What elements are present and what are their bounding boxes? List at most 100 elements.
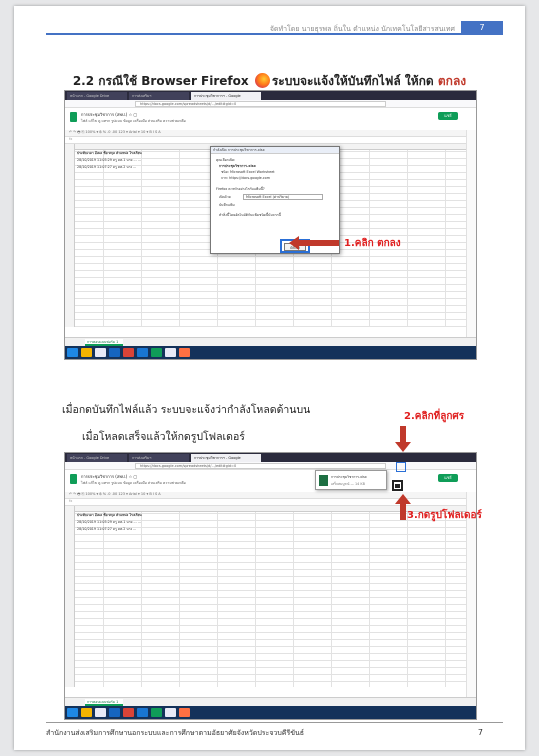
callout-click-folder: 3.กดรูปโฟลเดอร์ bbox=[407, 510, 482, 521]
share-button[interactable]: แชร์ bbox=[438, 112, 458, 120]
app-icon[interactable] bbox=[165, 708, 176, 717]
doc-menu[interactable]: ไฟล์ แก้ไข ดู แทรก รูปแบบ ข้อมูล เครื่อง… bbox=[81, 480, 186, 486]
sheet-tab[interactable]: การตอบแบบฟอร์ม 1 bbox=[85, 699, 123, 706]
folder-icon bbox=[395, 484, 400, 488]
sheet-header: การประชุมวิชาการ (สพป.) ☆ ▢ ไฟล์ แก้ไข ด… bbox=[65, 470, 476, 492]
callout-click-ok: 1.คลิก ตกลง bbox=[344, 238, 401, 249]
dialog-title: กำลังเปิด การประชุมวิชาการ.xlsx bbox=[211, 147, 339, 154]
doc-menu[interactable]: ไฟล์ แก้ไข ดู แทรก รูปแบบ ข้อมูล เครื่อง… bbox=[81, 118, 186, 124]
dialog-filetype: ชนิด: Microsoft Excel Worksheet bbox=[221, 170, 275, 174]
excel-file-icon bbox=[319, 475, 328, 486]
url-field[interactable]: https://docs.google.com/spreadsheets/d/.… bbox=[135, 463, 386, 469]
screenshot-firefox-dialog: หน้าแรก - Google Drive การส่งเสริมฯ การป… bbox=[64, 90, 477, 360]
arrow-up-icon bbox=[395, 494, 411, 504]
sheet-grid[interactable]: ประทับเวลา อีเมล ชื่อ-สกุล ตำแหน่ง โรงเร… bbox=[65, 506, 466, 687]
browser-tab[interactable]: หน้าแรก - Google Drive bbox=[67, 92, 127, 100]
app-icon[interactable] bbox=[151, 348, 162, 357]
doc-title[interactable]: การประชุมวิชาการ (สพป.) ☆ ▢ bbox=[81, 111, 137, 118]
row-header bbox=[65, 506, 75, 687]
sheet-tab[interactable]: การตอบแบบฟอร์ม 1 bbox=[85, 339, 123, 346]
table-row[interactable]: ประทับเวลา อีเมล ชื่อ-สกุล ตำแหน่ง โรงเร… bbox=[77, 513, 142, 518]
doc-title[interactable]: การประชุมวิชาการ (สพป.) ☆ ▢ bbox=[81, 473, 137, 480]
downloads-arrow-highlight bbox=[396, 462, 406, 472]
browser-tab-active[interactable]: การประชุมวิชาการฯ - Google bbox=[191, 92, 261, 100]
browser-tab[interactable]: การส่งเสริมฯ bbox=[129, 92, 189, 100]
browser-tab[interactable]: การส่งเสริมฯ bbox=[129, 454, 189, 462]
formula-bar[interactable]: fx bbox=[65, 137, 476, 144]
footer-rule bbox=[46, 722, 503, 723]
explorer-icon[interactable] bbox=[81, 348, 92, 357]
windows-taskbar bbox=[65, 706, 476, 719]
app-icon[interactable] bbox=[151, 708, 162, 717]
side-panel bbox=[466, 492, 476, 699]
arrow-shaft bbox=[299, 240, 339, 246]
browser-tab[interactable]: หน้าแรก - Google Drive bbox=[67, 454, 127, 462]
app-icon[interactable] bbox=[165, 348, 176, 357]
chrome-icon[interactable] bbox=[123, 348, 134, 357]
firefox-taskbar-icon[interactable] bbox=[179, 348, 190, 357]
sheet-header: การประชุมวิชาการ (สพป.) ☆ ▢ ไฟล์ แก้ไข ด… bbox=[65, 108, 476, 130]
firefox-taskbar-icon[interactable] bbox=[179, 708, 190, 717]
title-suffix: ระบบจะแจ้งให้บันทึกไฟล์ ให้กด bbox=[271, 74, 434, 88]
app-icon[interactable] bbox=[109, 348, 120, 357]
formula-bar[interactable]: fx bbox=[65, 499, 476, 506]
table-row[interactable]: 28/10/2019 11:07:27 ครู คศ.2 นาง ... bbox=[77, 165, 136, 170]
row-header bbox=[65, 144, 75, 327]
dialog-label: คุณเลือกเปิด: bbox=[216, 158, 236, 162]
sheets-logo-icon[interactable] bbox=[70, 112, 77, 122]
paragraph-line: เมื่อกดบันทึกไฟล์แล้ว ระบบจะแจ้งว่ากำลัง… bbox=[62, 404, 311, 416]
open-with-select[interactable]: Microsoft Excel (ค่าปริยาย) bbox=[243, 194, 323, 200]
header-rule bbox=[46, 33, 503, 35]
document-page: จัดทำโดย นายธุรพล ถิ่นใน ตำแหน่ง นักเทคโ… bbox=[14, 6, 525, 750]
arrow-shaft bbox=[400, 504, 406, 520]
sheet-tabs-bar: การตอบแบบฟอร์ม 1 bbox=[65, 697, 476, 706]
start-icon[interactable] bbox=[67, 348, 78, 357]
title-prefix: 2.2 กรณีใช้ Browser Firefox bbox=[72, 74, 249, 88]
sheet-toolbar[interactable]: ↶ ↷ 🖶 ⎘ 100% ▾ ฿ % .0 .00 123 ▾ Arial ▾ … bbox=[65, 492, 476, 499]
browser-tab-bar: หน้าแรก - Google Drive การส่งเสริมฯ การป… bbox=[65, 91, 476, 100]
url-bar: https://docs.google.com/spreadsheets/d/.… bbox=[65, 462, 476, 470]
explorer-icon[interactable] bbox=[81, 708, 92, 717]
footer-org: สำนักงานส่งเสริมการศึกษานอกระบบและการศึก… bbox=[46, 729, 305, 737]
url-field[interactable]: https://docs.google.com/spreadsheets/d/.… bbox=[135, 101, 386, 107]
sheet-tabs-bar: การตอบแบบฟอร์ม 1 bbox=[65, 337, 476, 346]
app-icon[interactable] bbox=[109, 708, 120, 717]
remember-checkbox[interactable]: ทำสิ่งนี้โดยอัตโนมัติกับแฟ้มชนิดนี้นับจา… bbox=[219, 213, 281, 218]
firefox-open-dialog: กำลังเปิด การประชุมวิชาการ.xlsx คุณเลือก… bbox=[210, 146, 340, 254]
side-panel bbox=[466, 130, 476, 339]
chrome-icon[interactable] bbox=[123, 708, 134, 717]
app-icon[interactable] bbox=[137, 348, 148, 357]
download-panel[interactable]: การประชุมวิชาการ.xlsx เสร็จสมบูรณ์ — 14 … bbox=[315, 470, 387, 490]
windows-taskbar bbox=[65, 346, 476, 359]
app-icon[interactable] bbox=[95, 708, 106, 717]
folder-icon-highlight[interactable] bbox=[392, 480, 403, 491]
section-title: 2.2 กรณีใช้ Browser Firefox ระบบจะแจ้งให… bbox=[14, 72, 525, 91]
browser-tab-active[interactable]: การประชุมวิชาการฯ - Google bbox=[191, 454, 261, 462]
dialog-source: จาก: https://docs.google.com bbox=[221, 176, 271, 180]
app-icon[interactable] bbox=[137, 708, 148, 717]
screenshot-download-complete: หน้าแรก - Google Drive การส่งเสริมฯ การป… bbox=[64, 452, 477, 720]
arrow-down-icon bbox=[395, 442, 411, 452]
dialog-filename: การประชุมวิชาการ.xlsx bbox=[219, 164, 256, 168]
footer-page-number: 7 bbox=[477, 728, 483, 737]
save-file-radio[interactable]: บันทึกแฟ้ม bbox=[219, 203, 235, 208]
table-row[interactable]: ประทับเวลา อีเมล ชื่อ-สกุล ตำแหน่ง โรงเร… bbox=[77, 151, 142, 156]
start-icon[interactable] bbox=[67, 708, 78, 717]
sheet-toolbar[interactable]: ↶ ↷ 🖶 ⎘ 100% ▾ ฿ % .0 .00 123 ▾ Arial ▾ … bbox=[65, 130, 476, 137]
firefox-icon bbox=[254, 73, 270, 88]
app-icon[interactable] bbox=[95, 348, 106, 357]
open-with-radio[interactable]: เปิดด้วย bbox=[219, 195, 231, 200]
share-button[interactable]: แชร์ bbox=[438, 474, 458, 482]
callout-click-arrow: 2.คลิกที่ลูกศร bbox=[404, 411, 465, 422]
paragraph-line: เมื่อโหลดเสร็จแล้วให้กดรูปโฟลเดอร์ bbox=[82, 431, 245, 443]
table-row[interactable]: 28/10/2019 11:05:29 ครู คศ.1 นาย ... ... bbox=[77, 520, 141, 525]
browser-tab-bar: หน้าแรก - Google Drive การส่งเสริมฯ การป… bbox=[65, 453, 476, 462]
table-row[interactable]: 28/10/2019 11:05:29 ครู คศ.1 นาย ... ... bbox=[77, 158, 141, 163]
sheets-logo-icon[interactable] bbox=[70, 474, 77, 484]
table-row[interactable]: 28/10/2019 11:07:27 ครู คศ.2 นาง ... bbox=[77, 527, 136, 532]
open-with-value: Microsoft Excel (ค่าปริยาย) bbox=[246, 195, 290, 199]
arrow-left-icon bbox=[289, 236, 299, 250]
dialog-question: Firefox ควรทำอย่างไรกับแฟ้มนี้? bbox=[216, 187, 265, 191]
title-emphasis: ตกลง bbox=[437, 74, 467, 88]
download-filename[interactable]: การประชุมวิชาการ.xlsx bbox=[331, 475, 367, 480]
